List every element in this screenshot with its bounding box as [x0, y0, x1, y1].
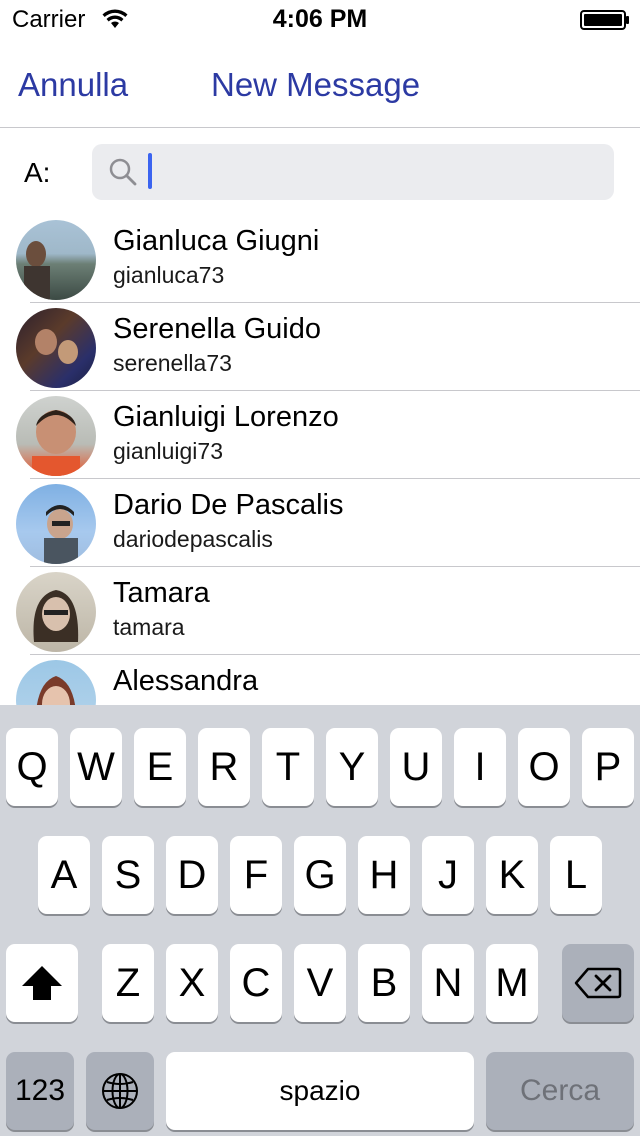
backspace-icon [574, 967, 622, 999]
avatar [16, 660, 96, 705]
contact-name: Serenella Guido [113, 313, 321, 345]
contact-username: gianluigi73 [113, 438, 223, 464]
key-w[interactable]: W [70, 728, 122, 806]
numbers-key[interactable]: 123 [6, 1052, 74, 1130]
key-x[interactable]: X [166, 944, 218, 1022]
key-v[interactable]: V [294, 944, 346, 1022]
contact-row[interactable]: Dario De Pascalis dariodepascalis [0, 479, 640, 567]
shift-icon [22, 966, 62, 1000]
key-u[interactable]: U [390, 728, 442, 806]
key-s[interactable]: S [102, 836, 154, 914]
recipient-row: A: [0, 129, 640, 215]
globe-icon [102, 1073, 138, 1109]
key-z[interactable]: Z [102, 944, 154, 1022]
avatar [16, 396, 96, 476]
key-k[interactable]: K [486, 836, 538, 914]
avatar [16, 484, 96, 564]
contact-row[interactable]: Gianluigi Lorenzo gianluigi73 [0, 391, 640, 479]
status-bar: Carrier 4:06 PM [0, 0, 640, 40]
key-a[interactable]: A [38, 836, 90, 914]
nav-bar: Annulla New Message [0, 40, 640, 128]
search-icon [109, 158, 137, 186]
key-n[interactable]: N [422, 944, 474, 1022]
backspace-key[interactable] [562, 944, 634, 1022]
contact-name: Dario De Pascalis [113, 489, 344, 521]
contact-row[interactable]: Tamara tamara [0, 567, 640, 655]
key-y[interactable]: Y [326, 728, 378, 806]
key-d[interactable]: D [166, 836, 218, 914]
recipient-label: A: [24, 157, 51, 188]
contact-row[interactable]: Gianluca Giugni gianluca73 [0, 215, 640, 303]
key-l[interactable]: L [550, 836, 602, 914]
contact-name: Gianluca Giugni [113, 225, 320, 257]
contact-list: Gianluca Giugni gianluca73 Serenella Gui… [0, 215, 640, 705]
contact-name: Alessandra [113, 665, 259, 697]
key-e[interactable]: E [134, 728, 186, 806]
key-c[interactable]: C [230, 944, 282, 1022]
cancel-button[interactable]: Annulla [18, 66, 128, 104]
key-p[interactable]: P [582, 728, 634, 806]
contact-name: Tamara [113, 577, 210, 609]
contact-username: serenella73 [113, 350, 232, 376]
contact-username: dariodepascalis [113, 526, 273, 552]
contact-row[interactable]: Alessandra [0, 655, 640, 705]
key-r[interactable]: R [198, 728, 250, 806]
globe-key[interactable] [86, 1052, 154, 1130]
contact-name: Gianluigi Lorenzo [113, 401, 339, 433]
key-o[interactable]: O [518, 728, 570, 806]
recipient-search-input[interactable] [92, 144, 614, 200]
clock: 4:06 PM [272, 5, 368, 33]
battery-icon [580, 10, 629, 30]
key-t[interactable]: T [262, 728, 314, 806]
key-f[interactable]: F [230, 836, 282, 914]
page-title: New Message [211, 66, 421, 103]
text-cursor [148, 153, 152, 189]
key-b[interactable]: B [358, 944, 410, 1022]
contact-row[interactable]: Serenella Guido serenella73 [0, 303, 640, 391]
search-key[interactable]: Cerca [486, 1052, 634, 1130]
key-j[interactable]: J [422, 836, 474, 914]
key-m[interactable]: M [486, 944, 538, 1022]
avatar [16, 572, 96, 652]
avatar [16, 220, 96, 300]
avatar [16, 308, 96, 388]
contact-username: tamara [113, 614, 185, 640]
key-g[interactable]: G [294, 836, 346, 914]
contact-username: gianluca73 [113, 262, 225, 288]
space-key[interactable]: spazio [166, 1052, 474, 1130]
shift-key[interactable] [6, 944, 78, 1022]
key-i[interactable]: I [454, 728, 506, 806]
key-q[interactable]: Q [6, 728, 58, 806]
key-h[interactable]: H [358, 836, 410, 914]
keyboard: Q W E R T Y U I O P A S D F G H J K L Z … [0, 705, 640, 1136]
